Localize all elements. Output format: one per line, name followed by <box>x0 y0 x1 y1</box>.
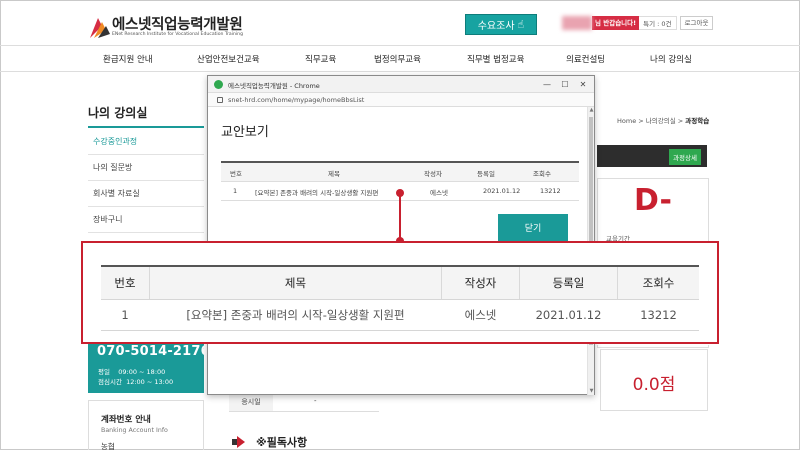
table-header: 번호 제목 작성자 등록일 조회수 <box>221 163 579 182</box>
scroll-up-icon[interactable]: ▲ <box>588 107 595 114</box>
callout-connector <box>399 193 401 242</box>
sidebar-divider <box>88 126 204 128</box>
popup-window: 에스넷직업능력개발원 - Chrome — ☐ ✕ snet-hrd.com/h… <box>207 75 595 395</box>
maximize-icon[interactable]: ☐ <box>558 78 572 91</box>
zoom-cell-date: 2021.01.12 <box>535 308 602 322</box>
close-icon[interactable]: ✕ <box>576 78 590 91</box>
col-no: 번호 <box>230 170 242 178</box>
hours-weekday: 평일 09:00 ~ 18:00 <box>98 368 166 376</box>
zoom-col-date: 등록일 <box>552 276 585 290</box>
zoom-cell-title[interactable]: [요약본] 존중과 배려의 시작-일상생활 지원편 <box>150 300 441 330</box>
cell-views: 13212 <box>540 187 561 195</box>
nav-item-mandatory[interactable]: 법정의무교육 <box>374 53 421 65</box>
blurred-username <box>562 16 592 30</box>
zoomed-table-header: 번호 제목 작성자 등록일 조회수 <box>101 267 699 300</box>
pointer-hand-icon: ☝ <box>517 18 525 31</box>
zoom-col-views: 조회수 <box>642 276 675 290</box>
survey-button[interactable]: 수요조사 ☝ <box>465 14 537 35</box>
address-url: snet-hrd.com/home/mypage/homeBbsList <box>228 96 365 104</box>
site-favicon-icon <box>214 80 223 89</box>
address-bar[interactable]: snet-hrd.com/home/mypage/homeBbsList <box>208 93 594 107</box>
points-text: 특기 : 0건 <box>639 16 677 30</box>
lock-icon <box>217 97 223 103</box>
minimize-icon[interactable]: — <box>540 78 554 91</box>
user-bar: 님 반갑습니다! 특기 : 0건 로그아웃 <box>562 16 714 30</box>
zoom-col-author: 작성자 <box>464 276 497 290</box>
zoom-col-title: 제목 <box>284 276 307 290</box>
logout-button[interactable]: 로그아웃 <box>679 16 714 30</box>
cell-no: 1 <box>233 187 238 195</box>
megaphone-icon <box>232 436 250 448</box>
cell-title[interactable]: [요약본] 존중과 배려의 시작-일상생활 지원편 <box>255 187 378 197</box>
sidebar-item-cart[interactable]: 장바구니 <box>88 207 204 233</box>
zoomed-table: 번호 제목 작성자 등록일 조회수 1 [요약본] 존중과 배려의 시작-일상생… <box>101 265 699 331</box>
col-date: 등록일 <box>477 170 495 178</box>
breadcrumb: Home > 나의강의실 > 과정학습 <box>617 117 710 125</box>
nav-item-safety[interactable]: 산업안전보건교육 <box>197 53 260 65</box>
course-detail-button[interactable]: 과정상세 <box>669 149 701 165</box>
course-header-bar: 과정상세 <box>597 145 707 167</box>
nav-item-refund[interactable]: 환급지원 안내 <box>103 53 153 65</box>
sidebar-item-courses[interactable]: 수강중인과정 <box>88 129 204 155</box>
nav-item-job-legal[interactable]: 직무별 법정교육 <box>467 53 524 65</box>
score-value: 0.0점 <box>632 375 676 395</box>
sidebar-title: 나의 강의실 <box>88 106 148 120</box>
col-author: 작성자 <box>424 170 442 178</box>
account-box: 계좌번호 안내 Banking Account Info 농협 <box>88 400 204 451</box>
account-subtitle: Banking Account Info <box>101 427 168 434</box>
zoom-cell-views: 13212 <box>640 308 677 322</box>
notice-heading: ※필독사항 <box>232 434 307 450</box>
sidebar-item-resources[interactable]: 회사별 자료실 <box>88 181 204 207</box>
sidebar-item-questions[interactable]: 나의 질문방 <box>88 155 204 181</box>
account-bank: 농협 <box>101 442 115 451</box>
top-nav: 환급지원 안내 산업안전보건교육 직무교육 법정의무교육 직무별 법정교육 의료… <box>0 45 800 72</box>
exam-date-label: 응시일 <box>229 393 273 411</box>
nav-item-my-class[interactable]: 나의 강의실 <box>650 53 692 65</box>
col-views: 조회수 <box>533 170 551 178</box>
zoomed-table-row[interactable]: 1 [요약본] 존중과 배려의 시작-일상생활 지원편 에스넷 2021.01.… <box>101 300 699 331</box>
popup-heading: 교안보기 <box>221 125 269 140</box>
callout-dot-top <box>396 189 404 197</box>
hours-lunch: 점심시간 12:00 ~ 13:00 <box>98 378 174 386</box>
survey-label: 수요조사 <box>477 21 515 32</box>
grade-box: D- 교육기간 <box>597 178 709 244</box>
welcome-text: 님 반갑습니다! <box>592 16 640 30</box>
popup-window-title: 에스넷직업능력개발원 - Chrome <box>228 82 320 90</box>
logo-subtitle: ENet Research Institute for Vocational E… <box>112 32 244 37</box>
phone-box: 070-5014-2176 평일 09:00 ~ 18:00 점심시간 12:0… <box>88 343 210 393</box>
zoom-callout: 번호 제목 작성자 등록일 조회수 1 [요약본] 존중과 배려의 시작-일상생… <box>81 241 719 344</box>
account-title: 계좌번호 안내 <box>101 415 151 425</box>
zoom-cell-author: 에스넷 <box>464 308 497 322</box>
score-box: 0.0점 <box>600 349 708 411</box>
nav-item-job[interactable]: 직무교육 <box>305 53 336 65</box>
site-logo[interactable]: 에스넷직업능력개발원 ENet Research Institute for V… <box>88 12 258 42</box>
nav-item-medical[interactable]: 의료컨설팅 <box>566 53 605 65</box>
scroll-down-icon[interactable]: ▼ <box>588 388 595 395</box>
grade-value: D- <box>634 183 672 218</box>
popup-titlebar[interactable]: 에스넷직업능력개발원 - Chrome — ☐ ✕ <box>208 76 594 93</box>
exam-date-row: 응시일 - <box>229 392 379 412</box>
zoom-cell-no: 1 <box>121 308 129 322</box>
cell-author: 에스넷 <box>430 189 448 197</box>
exam-date-value: - <box>314 397 317 405</box>
status-box <box>597 345 709 348</box>
col-title: 제목 <box>328 170 340 178</box>
phone-number: 070-5014-2176 <box>97 344 210 359</box>
logo-title: 에스넷직업능력개발원 <box>112 17 243 33</box>
cell-date: 2021.01.12 <box>483 187 521 195</box>
zoom-col-no: 번호 <box>114 276 136 290</box>
